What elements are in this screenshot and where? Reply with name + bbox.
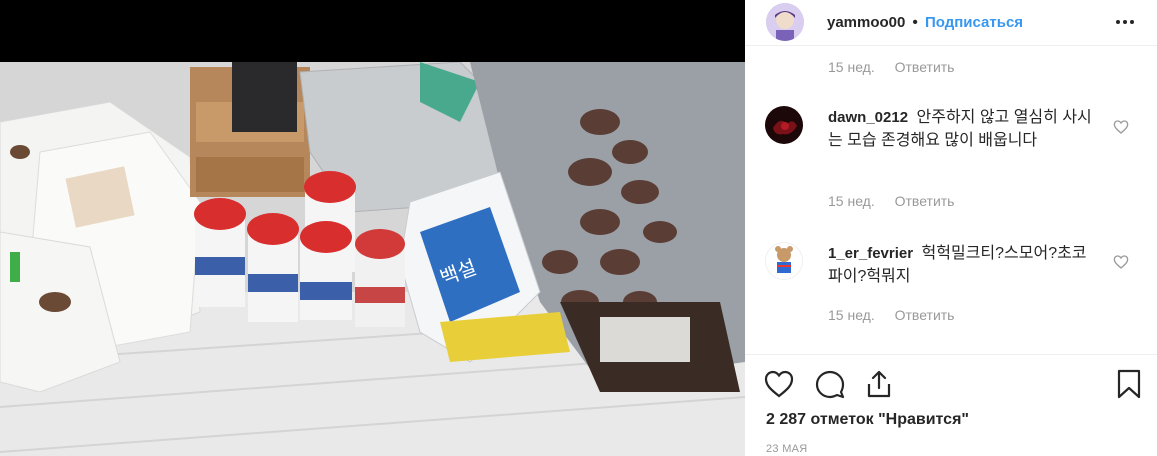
- comment-time: 15 нед.: [828, 307, 875, 323]
- post-actions-bar: [745, 364, 1157, 404]
- commenter-avatar-image: [766, 243, 802, 279]
- comment-meta-row: 15 нед. Ответить: [828, 193, 954, 209]
- post-header: yammoo00 • Подписаться: [745, 0, 1157, 46]
- author-avatar-image: [766, 3, 804, 41]
- comment-time: 15 нед.: [828, 59, 875, 75]
- comment-body: 1_er_fevrier 헉헉밀크티?스모어?초코파이?헉뭐지: [828, 242, 1098, 288]
- commenter-avatar[interactable]: [765, 242, 803, 280]
- heart-icon[interactable]: [763, 368, 795, 400]
- commenter-username[interactable]: 1_er_fevrier: [828, 245, 913, 262]
- comments-list[interactable]: 15 нед. Ответить dawn_0212 안주하지 않고 열심히 사…: [745, 46, 1157, 354]
- post-photo-panel: 백설: [0, 0, 745, 456]
- post-photo[interactable]: 백설: [0, 62, 745, 456]
- bookmark-icon[interactable]: [1113, 368, 1145, 400]
- share-icon[interactable]: [863, 368, 895, 400]
- post-side-panel: yammoo00 • Подписаться 15 нед. Ответить: [745, 0, 1157, 456]
- reply-button[interactable]: Ответить: [895, 307, 955, 323]
- reply-button[interactable]: Ответить: [895, 193, 955, 209]
- actions-divider: [745, 354, 1157, 355]
- post-date[interactable]: 23 МАЯ: [766, 443, 808, 455]
- comment-meta-row: 15 нед. Ответить: [828, 307, 954, 323]
- likes-count[interactable]: 2 287 отметок "Нравится": [766, 411, 969, 429]
- more-dots-icon[interactable]: [1113, 10, 1137, 34]
- commenter-avatar-image: [765, 106, 803, 144]
- photo-illustration: 백설: [0, 62, 745, 456]
- follow-button[interactable]: Подписаться: [925, 14, 1023, 31]
- comment-icon[interactable]: [814, 368, 846, 400]
- comment-meta-row: 15 нед. Ответить: [828, 59, 954, 75]
- header-separator: •: [912, 14, 918, 31]
- commenter-username[interactable]: dawn_0212: [828, 109, 908, 126]
- author-username[interactable]: yammoo00: [827, 14, 905, 31]
- header-user-line: yammoo00 • Подписаться: [827, 14, 1023, 31]
- author-avatar[interactable]: [766, 3, 804, 41]
- comment-time: 15 нед.: [828, 193, 875, 209]
- comment-body: dawn_0212 안주하지 않고 열심히 사시는 모습 존경해요 많이 배웁니…: [828, 106, 1098, 152]
- commenter-avatar[interactable]: [765, 106, 803, 144]
- like-comment-heart-icon[interactable]: [1113, 254, 1129, 270]
- like-comment-heart-icon[interactable]: [1113, 119, 1129, 135]
- reply-button[interactable]: Ответить: [895, 59, 955, 75]
